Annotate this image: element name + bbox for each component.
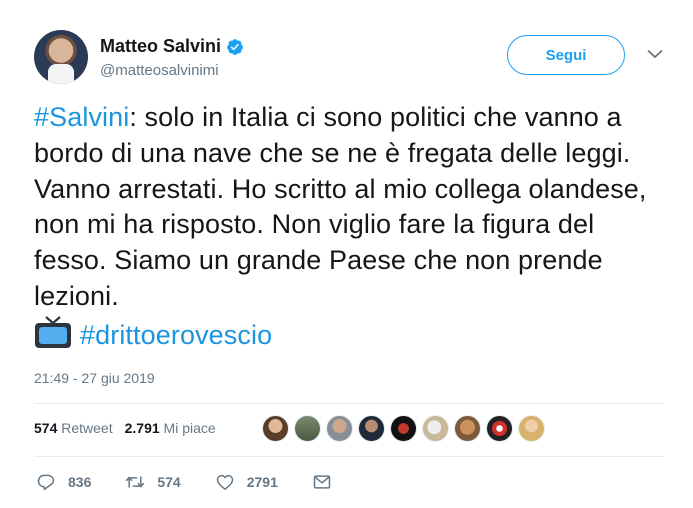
reply-button[interactable]: 836 (36, 472, 91, 492)
retweet-stat[interactable]: 574 Retweet (34, 420, 113, 436)
divider (34, 456, 664, 457)
likes-stat[interactable]: 2.791 Mi piace (125, 420, 216, 436)
retweet-stat-label: Retweet (61, 420, 113, 436)
hashtag-drittoerovescio[interactable]: #drittoerovescio (80, 320, 272, 350)
tweet-header: Matteo Salvini @matteosalvinimi Segui (34, 30, 674, 86)
liker-avatar[interactable] (390, 415, 417, 442)
liker-avatar[interactable] (454, 415, 481, 442)
liker-avatar[interactable] (422, 415, 449, 442)
like-button[interactable]: 2791 (215, 472, 278, 492)
tweet-actions: 836 574 2791 (36, 472, 378, 492)
likers-avatars (262, 415, 550, 442)
chevron-down-icon[interactable] (647, 48, 663, 60)
retweet-count: 574 (157, 474, 181, 490)
verified-badge-icon (227, 38, 243, 55)
retweet-button[interactable]: 574 (125, 472, 181, 492)
liker-avatar[interactable] (326, 415, 353, 442)
tweet-text: #Salvini: solo in Italia ci sono politic… (34, 100, 664, 354)
tv-icon (35, 315, 71, 348)
follow-button[interactable]: Segui (507, 35, 625, 75)
tweet-body: : solo in Italia ci sono politici che va… (34, 102, 647, 311)
liker-avatar[interactable] (262, 415, 289, 442)
retweet-icon (126, 476, 145, 488)
likes-stat-label: Mi piace (163, 420, 216, 436)
liker-avatar[interactable] (518, 415, 545, 442)
tweet-stats: 574 Retweet 2.791 Mi piace (34, 420, 228, 436)
liker-avatar[interactable] (358, 415, 385, 442)
reply-icon (37, 474, 55, 491)
author-avatar[interactable] (34, 30, 88, 84)
direct-message-button[interactable] (312, 472, 344, 492)
retweet-stat-count: 574 (34, 420, 58, 436)
author-display-name[interactable]: Matteo Salvini (100, 36, 221, 57)
likes-stat-count: 2.791 (124, 420, 160, 436)
divider (34, 403, 664, 404)
hashtag-salvini[interactable]: #Salvini (34, 102, 129, 132)
author-handle[interactable]: @matteosalvinimi (100, 62, 219, 79)
envelope-icon (313, 475, 331, 489)
liker-avatar[interactable] (294, 415, 321, 442)
tweet-timestamp[interactable]: 21:49 - 27 giu 2019 (34, 370, 155, 386)
liker-avatar[interactable] (486, 415, 513, 442)
like-count: 2791 (246, 474, 278, 490)
reply-count: 836 (68, 474, 92, 490)
heart-icon (216, 474, 233, 490)
author-name-row[interactable]: Matteo Salvini (100, 36, 244, 57)
